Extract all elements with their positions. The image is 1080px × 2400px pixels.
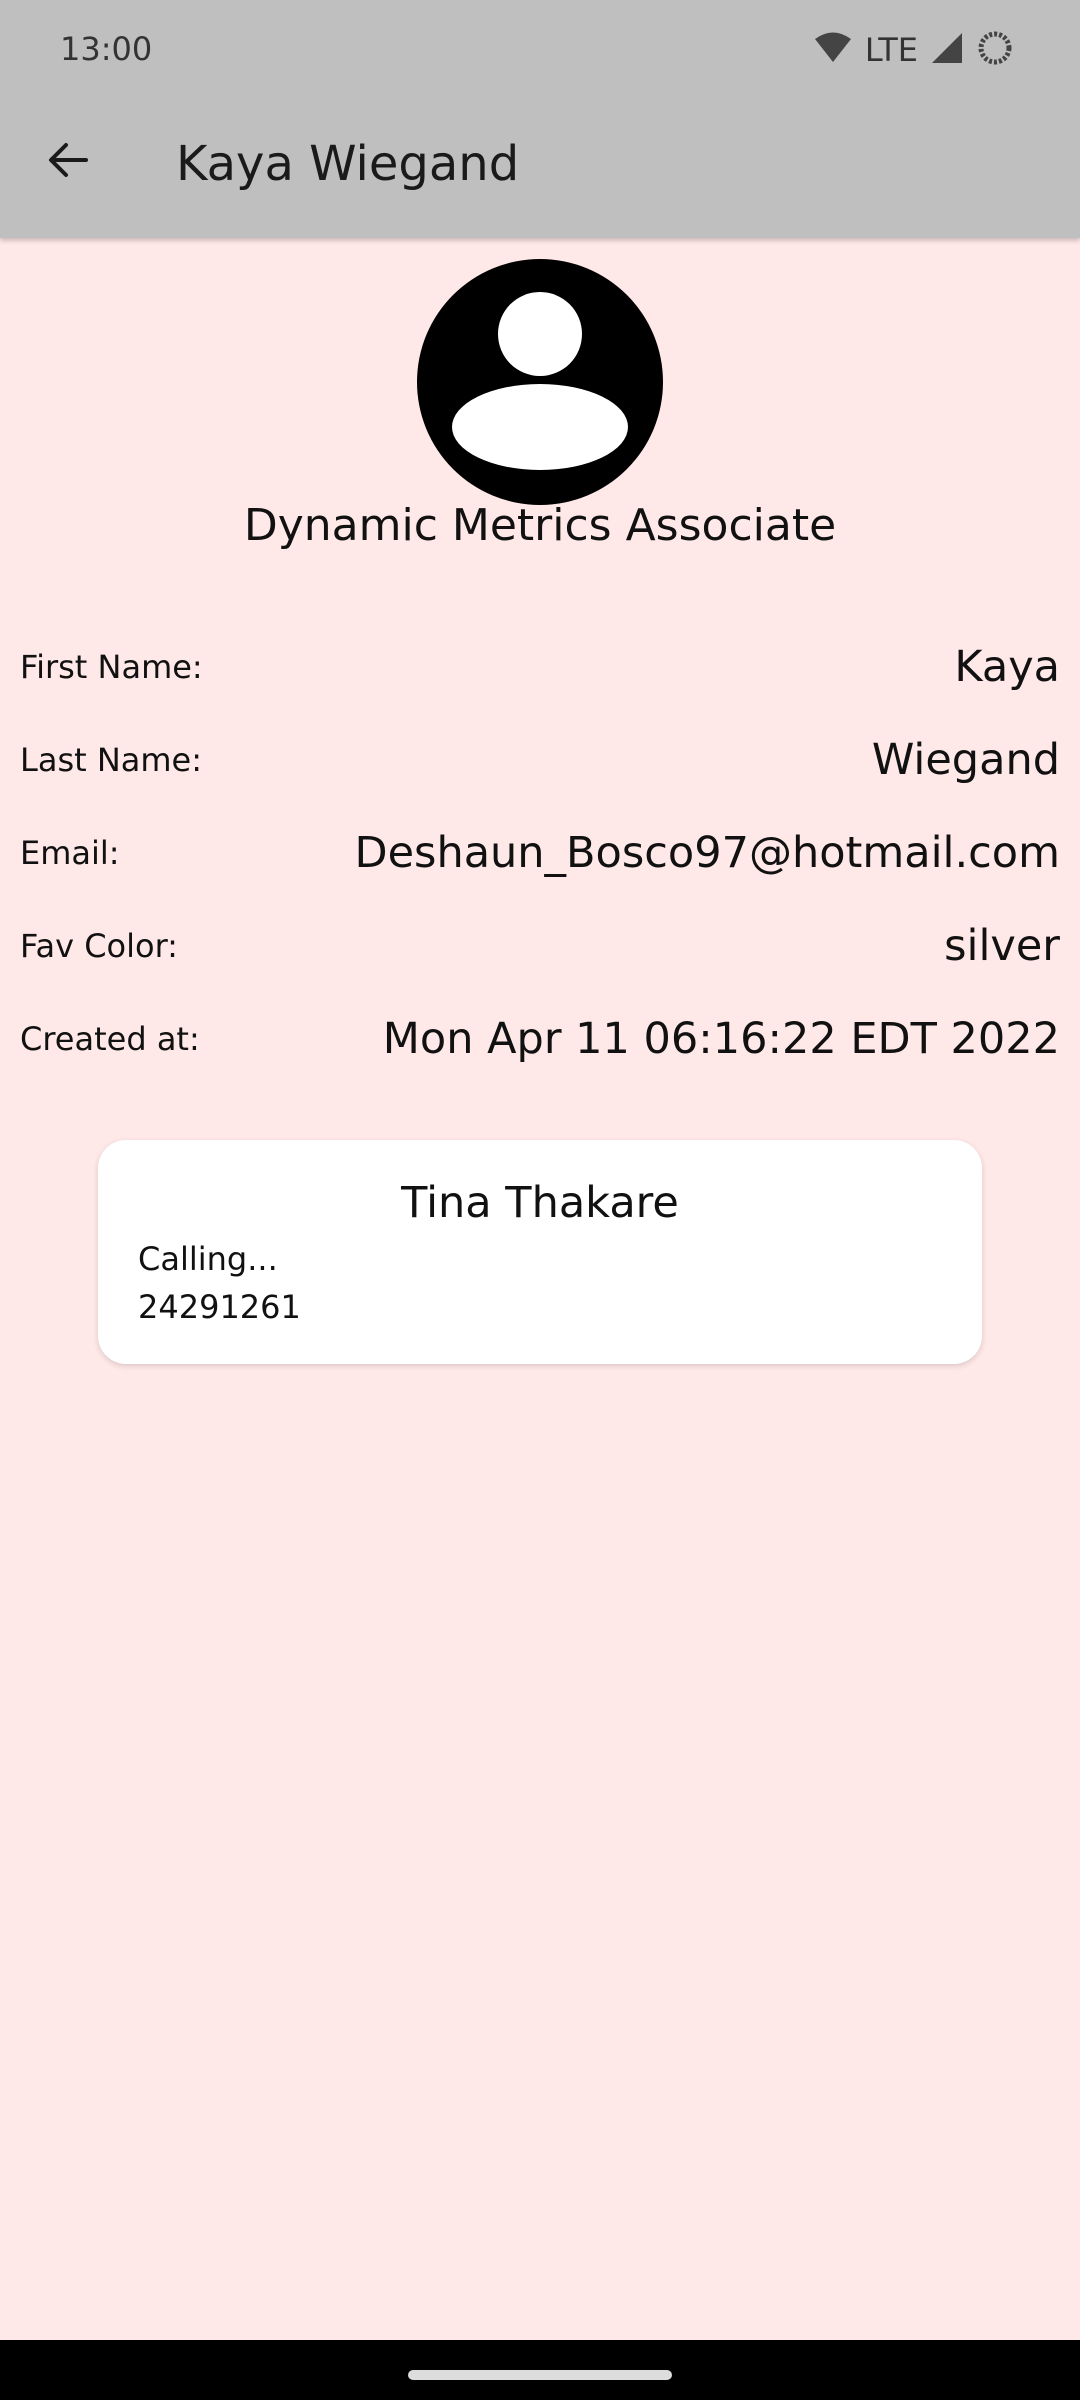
battery-icon	[976, 29, 1014, 71]
page-title: Kaya Wiegand	[176, 136, 520, 192]
field-label: Fav Color:	[20, 927, 178, 965]
field-label: First Name:	[20, 648, 203, 686]
field-label: Created at:	[20, 1020, 200, 1058]
field-row-last-name: Last Name: Wiegand	[20, 723, 1060, 793]
field-value: silver	[944, 921, 1060, 971]
field-row-fav-color: Fav Color: silver	[20, 909, 1060, 979]
app-bar: Kaya Wiegand	[0, 100, 1080, 238]
field-value: Kaya	[954, 642, 1060, 692]
field-row-email: Email: Deshaun_Bosco97@hotmail.com	[20, 816, 1060, 886]
field-value: Mon Apr 11 06:16:22 EDT 2022	[382, 1014, 1060, 1064]
caller-name: Tina Thakare	[401, 1178, 679, 1228]
field-label: Email:	[20, 834, 120, 872]
job-title: Dynamic Metrics Associate	[243, 500, 837, 551]
wifi-icon	[813, 30, 853, 70]
field-row-first-name: First Name: Kaya	[20, 630, 1060, 700]
status-icons: LTE	[813, 26, 1014, 74]
home-gesture-handle[interactable]	[408, 2370, 672, 2380]
field-value: Wiegand	[871, 735, 1060, 785]
network-type-label: LTE	[864, 31, 918, 69]
status-bar: 13:00 LTE	[0, 0, 1080, 100]
field-label: Last Name:	[20, 741, 203, 779]
avatar	[417, 259, 663, 505]
back-button[interactable]	[36, 130, 100, 194]
call-status: Calling...	[138, 1240, 278, 1278]
phone-number: 24291261	[138, 1288, 301, 1326]
status-time: 13:00	[60, 30, 153, 68]
field-row-created-at: Created at: Mon Apr 11 06:16:22 EDT 2022	[20, 1002, 1060, 1072]
call-card[interactable]: Tina Thakare Calling... 24291261	[98, 1140, 982, 1364]
arrow-back-icon	[46, 138, 90, 186]
field-value: Deshaun_Bosco97@hotmail.com	[354, 828, 1060, 878]
signal-icon	[930, 31, 964, 69]
